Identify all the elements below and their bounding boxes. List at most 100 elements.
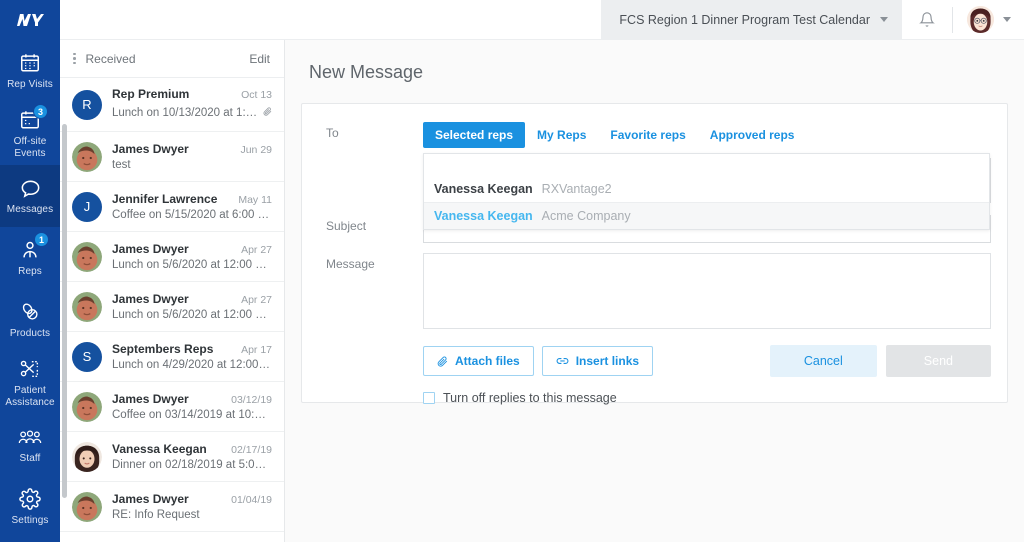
- message-list-title: Received: [86, 52, 250, 66]
- calendar-selector[interactable]: FCS Region 1 Dinner Program Test Calenda…: [601, 0, 902, 40]
- message-preview: test: [112, 159, 272, 171]
- message-list-item[interactable]: James DwyerApr 27Lunch on 5/6/2020 at 12…: [60, 232, 284, 282]
- tab-favorite-reps[interactable]: Favorite reps: [598, 122, 697, 148]
- chat-bubble-icon: [18, 176, 42, 200]
- turn-off-replies-checkbox[interactable]: [423, 392, 435, 404]
- autocomplete-option-name: Vanessa Keegan: [434, 209, 533, 223]
- actions-row: Attach files Insert links: [318, 329, 991, 405]
- sidebar-item-rep-visits[interactable]: Rep Visits: [0, 40, 60, 102]
- subject-label: Subject: [318, 215, 423, 243]
- tab-my-reps[interactable]: My Reps: [525, 122, 598, 148]
- message-preview: Lunch on 5/6/2020 at 12:00 PM: [112, 309, 272, 321]
- message-sender-name: Rep Premium: [112, 87, 235, 101]
- message-sender-name: James Dwyer: [112, 142, 234, 156]
- avatar-initial: S: [83, 349, 92, 364]
- actions-bar: Attach files Insert links: [423, 345, 991, 377]
- sidebar-item-label: Reps: [18, 266, 42, 278]
- message-sender-name: James Dwyer: [112, 492, 225, 506]
- bell-icon: [919, 11, 935, 28]
- sidebar-item-label: Off-site Events: [14, 136, 47, 159]
- send-button[interactable]: Send: [886, 345, 991, 377]
- actions-spacer-label: [318, 329, 423, 405]
- calendar-event-icon: 3: [18, 108, 42, 132]
- message-item-body: Vanessa Keegan 02/17/19 Dinner on 02/18/20…: [112, 442, 272, 471]
- avatar: S: [72, 342, 102, 372]
- message-list-item[interactable]: Vanessa Keegan 02/17/19 Dinner on 02/18/20…: [60, 432, 284, 482]
- message-sender-name: James Dwyer: [112, 292, 235, 306]
- message-list-item[interactable]: S Septembers RepsApr 17Lunch on 4/29/2020…: [60, 332, 284, 382]
- recipient-autocomplete-dropdown: Vanessa KeeganRXVantage2Vanessa KeeganAc…: [423, 153, 990, 230]
- reps-badge: 1: [34, 232, 49, 247]
- avatar: [72, 492, 102, 522]
- cancel-button[interactable]: Cancel: [770, 345, 877, 377]
- message-date: Jun 29: [240, 144, 272, 156]
- avatar: [72, 292, 102, 322]
- message-list-item[interactable]: James Dwyer01/04/19RE: Info Request: [60, 482, 284, 532]
- insert-links-button[interactable]: Insert links: [542, 346, 653, 376]
- message-preview: Lunch on 5/6/2020 at 12:00 PM: [112, 259, 272, 271]
- message-item-body: James DwyerApr 27Lunch on 5/6/2020 at 12…: [112, 242, 272, 271]
- message-date: Apr 27: [241, 294, 272, 306]
- tab-approved-reps[interactable]: Approved reps: [698, 122, 807, 148]
- sidebar-item-reps[interactable]: 1 Reps: [0, 227, 60, 289]
- message-list-header: Received Edit: [60, 40, 284, 78]
- message-list-scrollbar[interactable]: [62, 124, 67, 498]
- avatar: R: [72, 90, 102, 120]
- message-date: May 11: [238, 194, 272, 206]
- sidebar-item-offsite-events[interactable]: 3 Off-site Events: [0, 102, 60, 165]
- more-options-icon[interactable]: [73, 53, 76, 65]
- message-item-body: Rep PremiumOct 13Lunch on 10/13/2020 at …: [112, 87, 272, 122]
- message-item-body: Septembers RepsApr 17Lunch on 4/29/2020 …: [112, 342, 272, 371]
- sidebar-item-products[interactable]: Products: [0, 289, 60, 351]
- message-date: 02/17/19: [231, 444, 272, 456]
- pills-icon: [18, 300, 42, 324]
- message-preview: Lunch on 10/13/2020 at 1:00 PM: [112, 107, 258, 119]
- avatar: [72, 392, 102, 422]
- app-root: Rep Visits 3 Off-site Events: [0, 0, 1024, 542]
- attach-files-button[interactable]: Attach files: [423, 346, 534, 376]
- sidebar-item-label: Staff: [20, 453, 41, 465]
- sidebar-item-label: Products: [10, 328, 50, 340]
- insert-links-label: Insert links: [576, 354, 639, 368]
- message-date: Apr 27: [241, 244, 272, 256]
- sidebar-item-messages[interactable]: Messages: [0, 165, 60, 227]
- message-list-item[interactable]: James Dwyer03/12/19Coffee on 03/14/2019 …: [60, 382, 284, 432]
- autocomplete-option[interactable]: Vanessa KeeganRXVantage2: [424, 176, 989, 203]
- message-item-body: James Dwyer Jun 29 test: [112, 142, 272, 171]
- avatar-initial: J: [84, 199, 91, 214]
- sidebar-item-patient-assistance[interactable]: Patient Assistance: [0, 351, 60, 414]
- sidebar-item-settings[interactable]: Settings: [0, 476, 60, 538]
- message-textarea[interactable]: [423, 253, 991, 329]
- message-preview: Lunch on 4/29/2020 at 12:00 PM: [112, 359, 272, 371]
- message-label: Message: [318, 253, 423, 329]
- message-sender-name: Vanessa Keegan: [112, 442, 225, 456]
- sidebar-item-staff[interactable]: Staff: [0, 414, 60, 476]
- message-list-item[interactable]: James Dwyer Apr 27 Lunch on 5/6/2020 at 12…: [60, 282, 284, 332]
- notifications-button[interactable]: [902, 11, 952, 28]
- message-list-scroll[interactable]: R Rep PremiumOct 13Lunch on 10/13/2020 at…: [60, 78, 284, 542]
- message-list-item[interactable]: J Jennifer LawrenceMay 11Coffee on 5/15/2…: [60, 182, 284, 232]
- turn-off-replies-row[interactable]: Turn off replies to this message: [423, 391, 991, 405]
- sidebar-item-label: Patient Assistance: [5, 385, 54, 408]
- message-item-body: James Dwyer03/12/19Coffee on 03/14/2019 …: [112, 392, 272, 421]
- app-logo[interactable]: [0, 0, 60, 40]
- message-date: 03/12/19: [231, 394, 272, 406]
- message-list-item[interactable]: James Dwyer Jun 29 test: [60, 132, 284, 182]
- chevron-down-icon: [880, 17, 888, 22]
- edit-button[interactable]: Edit: [249, 52, 270, 66]
- avatar: [967, 6, 994, 33]
- user-menu[interactable]: [953, 6, 1024, 33]
- tab-selected-reps[interactable]: Selected reps: [423, 122, 525, 148]
- message-preview: Dinner on 02/18/2019 at 5:00pm: [112, 459, 272, 471]
- message-list-item[interactable]: R Rep PremiumOct 13Lunch on 10/13/2020 at…: [60, 78, 284, 132]
- autocomplete-option[interactable]: Vanessa KeeganAcme Company: [424, 203, 989, 229]
- actions-field-area: Attach files Insert links: [423, 329, 991, 405]
- new-message-card: To Selected reps My Reps Favorite reps A…: [301, 103, 1008, 403]
- avatar: [72, 442, 102, 472]
- paperclip-icon: [437, 355, 448, 368]
- message-item-body: Jennifer LawrenceMay 11Coffee on 5/15/20…: [112, 192, 272, 221]
- message-item-body: James Dwyer01/04/19RE: Info Request: [112, 492, 272, 521]
- scissors-icon: [18, 357, 42, 381]
- avatar: [72, 142, 102, 172]
- to-row: To Selected reps My Reps Favorite reps A…: [318, 122, 991, 203]
